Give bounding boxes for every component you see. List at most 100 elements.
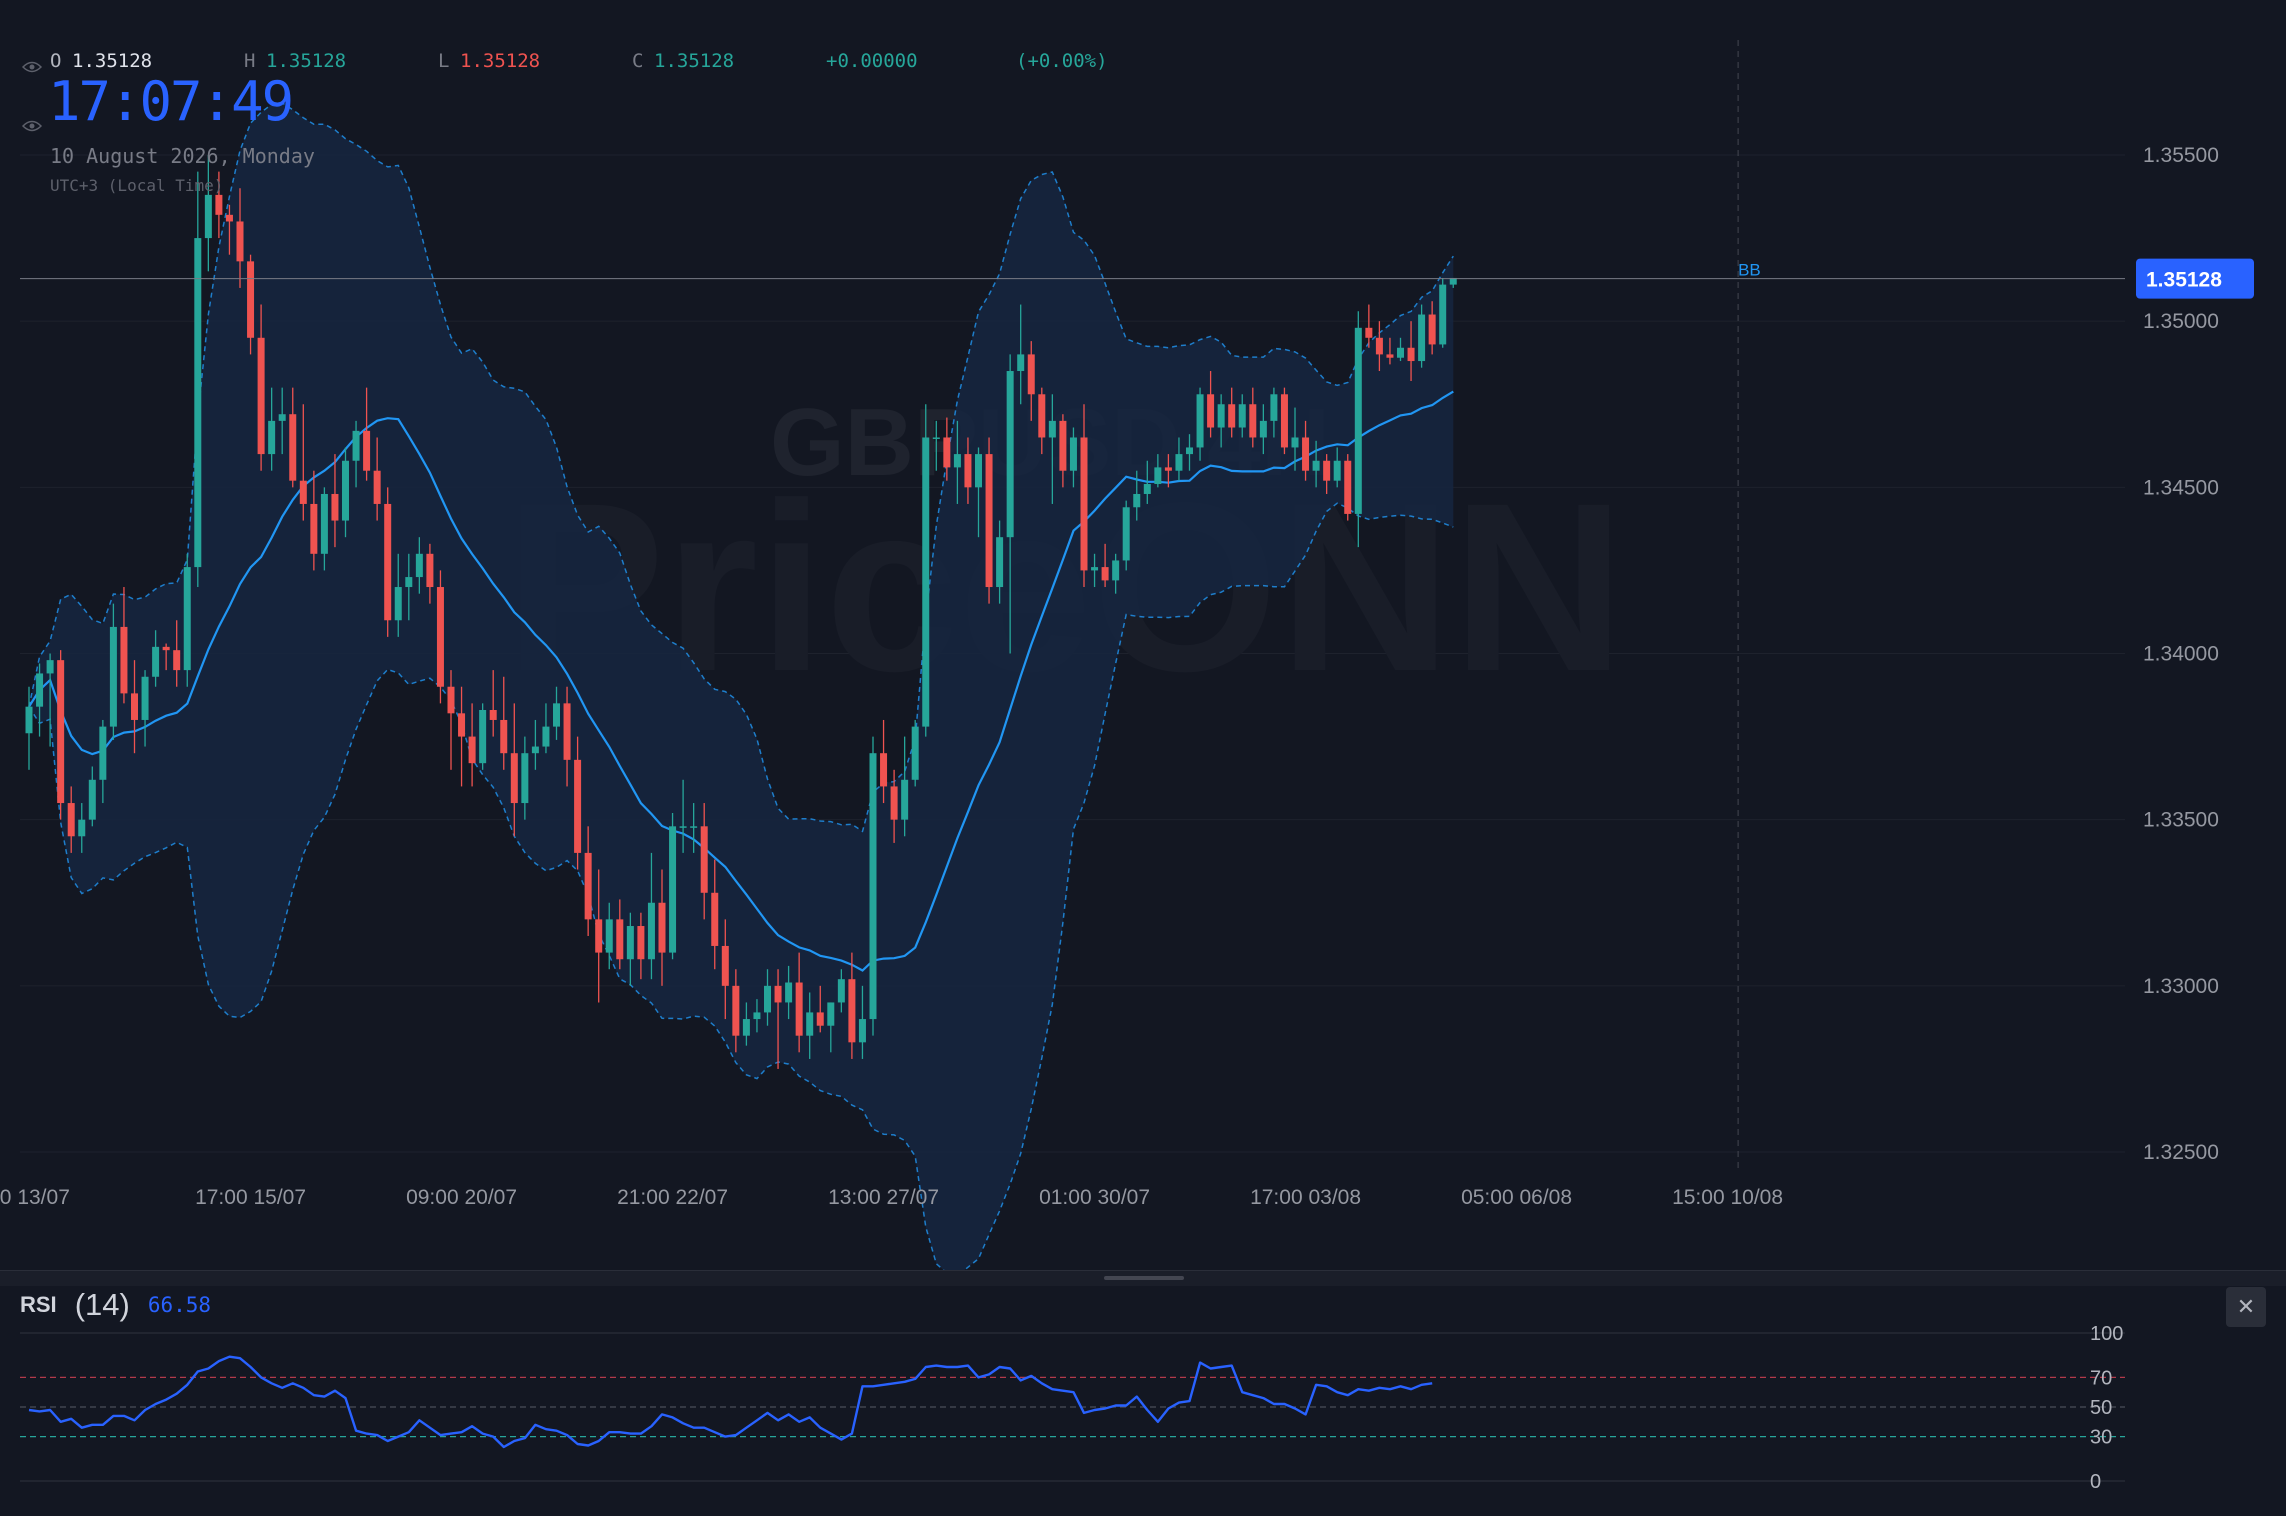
candle-body bbox=[1270, 394, 1278, 421]
candle bbox=[1280, 387, 1288, 455]
price-chart[interactable]: GBPUSD 4H PriceONN 1.355001.350001.34500… bbox=[0, 0, 2286, 1270]
candle-body bbox=[436, 587, 444, 687]
candle-body bbox=[837, 979, 845, 1003]
candle bbox=[1354, 311, 1362, 548]
candle-body bbox=[405, 577, 413, 588]
price-tag-text: 1.35128 bbox=[2146, 269, 2222, 292]
candle-body bbox=[1428, 314, 1436, 345]
candle-body bbox=[1027, 354, 1035, 395]
rsi-axis-label: 0 bbox=[2090, 1471, 2101, 1493]
candle-body bbox=[584, 852, 592, 920]
candle-body bbox=[394, 587, 402, 621]
candle-body bbox=[1365, 327, 1373, 338]
pane-resize-handle[interactable] bbox=[1104, 1276, 1184, 1280]
candle-body bbox=[225, 214, 233, 222]
rsi-axis-label: 30 bbox=[2090, 1427, 2112, 1449]
candle-body bbox=[616, 919, 624, 960]
candle-body bbox=[1228, 404, 1236, 428]
candle-body bbox=[1333, 460, 1341, 481]
candle-body bbox=[141, 676, 149, 720]
candle-body bbox=[46, 660, 54, 674]
candle-body bbox=[489, 709, 497, 720]
candle-body bbox=[637, 926, 645, 960]
candle-body bbox=[1122, 507, 1130, 561]
price-axis-label: 1.34000 bbox=[2143, 643, 2219, 666]
candle-body bbox=[1006, 371, 1014, 538]
candle-body bbox=[542, 726, 550, 747]
candle-body bbox=[700, 826, 708, 893]
candle-body bbox=[711, 892, 719, 946]
time-axis-label: 17:00 03/08 bbox=[1250, 1186, 1361, 1209]
candle-body bbox=[183, 567, 191, 671]
candle-body bbox=[1302, 437, 1310, 471]
candle-body bbox=[289, 414, 297, 481]
candle-body bbox=[510, 753, 518, 804]
candle-body bbox=[785, 982, 793, 1003]
candle-body bbox=[78, 819, 86, 837]
price-axis-label: 1.34500 bbox=[2143, 476, 2219, 499]
candle-body bbox=[647, 902, 655, 960]
change-percent: (+0.00%) bbox=[1016, 50, 1108, 72]
candle-body bbox=[384, 503, 392, 621]
candle-body bbox=[215, 194, 223, 215]
time-axis-label: 17:00 15/07 bbox=[195, 1186, 306, 1209]
open-value: 1.35128 bbox=[72, 50, 153, 72]
candle-body bbox=[521, 753, 529, 804]
candle bbox=[922, 404, 930, 737]
high-value: 1.35128 bbox=[266, 50, 347, 72]
candle-body bbox=[911, 726, 919, 780]
candle-body bbox=[858, 1019, 866, 1043]
candle-body bbox=[574, 759, 582, 853]
candle-body bbox=[67, 803, 75, 837]
candle-body bbox=[500, 719, 508, 754]
time-axis-label: 15:00 10/08 bbox=[1672, 1186, 1783, 1209]
candle-body bbox=[131, 693, 138, 720]
candle-body bbox=[922, 437, 930, 727]
candle bbox=[479, 703, 487, 770]
candle-body bbox=[152, 646, 160, 677]
candle-body bbox=[753, 1012, 761, 1020]
candle-body bbox=[890, 786, 898, 820]
candle-body bbox=[626, 926, 634, 960]
candle-body bbox=[964, 454, 972, 488]
candle-body bbox=[278, 414, 286, 421]
candle-body bbox=[25, 706, 33, 734]
rsi-chart[interactable]: 100 70 50 30 0 bbox=[0, 1285, 2286, 1516]
candle-body bbox=[426, 553, 434, 588]
time-axis-label: 00 13/07 bbox=[0, 1186, 70, 1209]
candle-body bbox=[479, 709, 487, 764]
candle-body bbox=[468, 736, 476, 764]
candle-body bbox=[721, 945, 729, 986]
candle-body bbox=[1175, 454, 1183, 471]
time-axis-label: 21:00 22/07 bbox=[617, 1186, 728, 1209]
candle bbox=[911, 719, 919, 787]
candle-body bbox=[1112, 560, 1120, 581]
candle-body bbox=[669, 826, 677, 953]
candle-body bbox=[605, 919, 613, 953]
candle-body bbox=[869, 753, 877, 1020]
candle-body bbox=[99, 726, 107, 780]
candle-body bbox=[531, 746, 539, 754]
candle-body bbox=[352, 430, 360, 461]
candle bbox=[57, 650, 65, 820]
candle-body bbox=[1143, 484, 1151, 494]
candle-body bbox=[1407, 347, 1415, 362]
candle-body bbox=[1312, 460, 1320, 471]
candle-body bbox=[1048, 420, 1056, 438]
price-tag: 1.35128 bbox=[2136, 258, 2254, 299]
candle bbox=[1122, 500, 1130, 571]
eye-icon[interactable] bbox=[22, 120, 42, 132]
candle-body bbox=[236, 221, 244, 262]
candle-body bbox=[120, 626, 128, 694]
candle-body bbox=[880, 753, 888, 787]
candle-body bbox=[1386, 354, 1394, 358]
candle-body bbox=[932, 437, 940, 439]
candle-body bbox=[742, 1019, 750, 1036]
candle-body bbox=[1164, 467, 1172, 471]
price-axis-label: 1.35000 bbox=[2143, 310, 2219, 333]
candle bbox=[436, 570, 444, 704]
open-label: O bbox=[50, 50, 62, 72]
candle-body bbox=[247, 261, 255, 338]
eye-icon[interactable] bbox=[22, 61, 42, 73]
low-value: 1.35128 bbox=[460, 50, 541, 72]
